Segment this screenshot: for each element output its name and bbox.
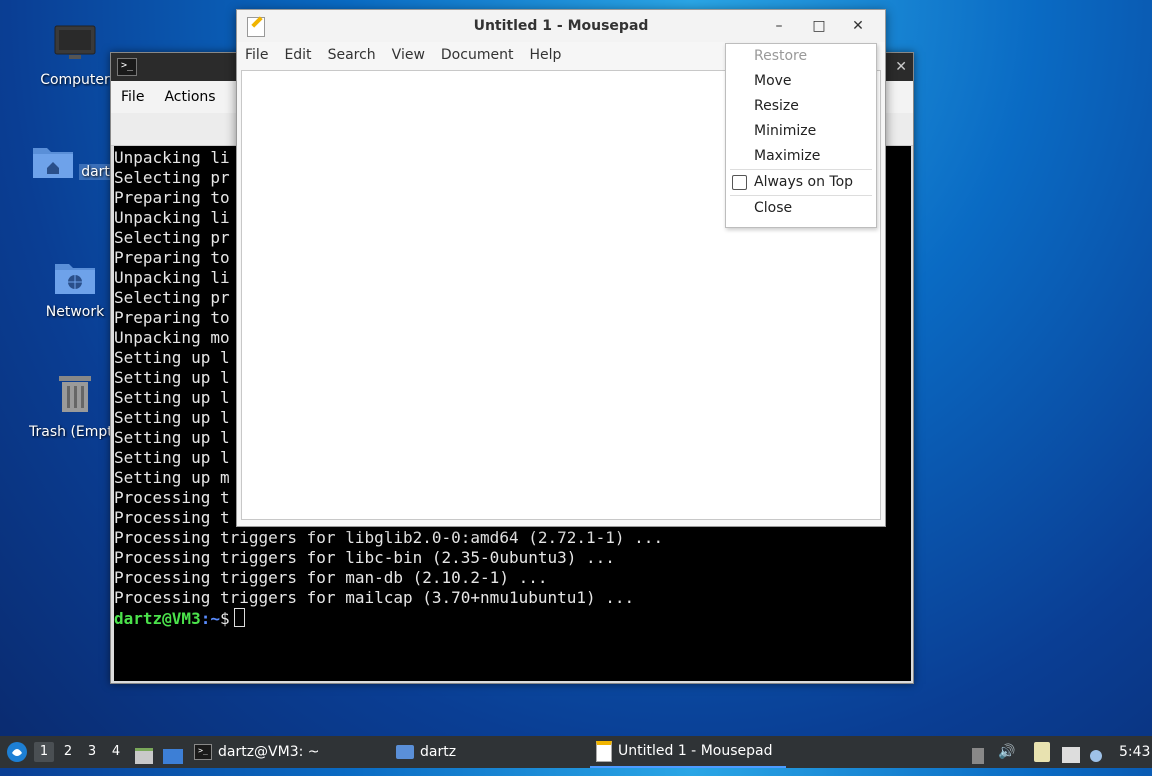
task-files[interactable]: dartz bbox=[396, 736, 576, 768]
menu-search[interactable]: Search bbox=[320, 47, 384, 63]
menu-item-always-on-top[interactable]: Always on Top bbox=[726, 170, 876, 195]
menu-view[interactable]: View bbox=[384, 47, 433, 63]
workspace-4[interactable]: 4 bbox=[106, 742, 126, 762]
terminal-prompt: dartz@VM3:~$ bbox=[114, 608, 911, 628]
maximize-button[interactable]: □ bbox=[809, 16, 829, 36]
menu-edit[interactable]: Edit bbox=[276, 47, 319, 63]
terminal-cursor bbox=[233, 608, 245, 627]
task-terminal[interactable]: >_ dartz@VM3: ~ bbox=[194, 736, 374, 768]
menu-item-close[interactable]: Close bbox=[726, 196, 876, 221]
checkbox-icon[interactable] bbox=[732, 175, 747, 190]
terminal-line: Processing triggers for libglib2.0-0:amd… bbox=[114, 528, 664, 547]
clock[interactable]: 5:43 bbox=[1119, 736, 1150, 768]
menu-item-resize[interactable]: Resize bbox=[726, 94, 876, 119]
task-label: dartz bbox=[420, 744, 457, 760]
workspace-2[interactable]: 2 bbox=[58, 742, 78, 762]
terminal-icon: >_ bbox=[194, 744, 212, 760]
menu-help[interactable]: Help bbox=[521, 47, 569, 63]
terminal-line: Processing triggers for man-db (2.10.2-1… bbox=[114, 568, 548, 587]
terminal-line: Processing triggers for mailcap (3.70+nm… bbox=[114, 588, 635, 607]
volume-icon[interactable]: 🔊 bbox=[998, 736, 1015, 768]
monitor-icon bbox=[54, 25, 96, 59]
clipboard-icon[interactable] bbox=[1034, 742, 1050, 762]
menu-item-restore: Restore bbox=[754, 48, 808, 64]
folder-icon bbox=[396, 745, 414, 759]
desktop-icon-label: Trash (Empty) bbox=[29, 424, 113, 440]
menu-item-maximize[interactable]: Maximize bbox=[726, 144, 876, 169]
prompt-symbol: $ bbox=[219, 609, 230, 628]
text-editor-icon bbox=[596, 740, 612, 762]
taskbar: 1 2 3 4 >_ dartz@VM3: ~ dartz Untitled 1… bbox=[0, 736, 1152, 768]
workspace-3[interactable]: 3 bbox=[82, 742, 102, 762]
terminal-line: Processing triggers for libc-bin (2.35-0… bbox=[114, 548, 615, 567]
desktop-icon-trash[interactable]: Trash (Empty) bbox=[27, 372, 123, 440]
close-button[interactable]: ✕ bbox=[848, 16, 868, 36]
menu-item-minimize[interactable]: Minimize bbox=[726, 119, 876, 144]
prompt-user: dartz@VM3 bbox=[114, 609, 201, 628]
desktop-icon-network[interactable]: Network bbox=[27, 258, 123, 320]
mousepad-titlebar[interactable]: Untitled 1 - Mousepad – □ ✕ bbox=[237, 10, 885, 42]
task-mousepad[interactable]: Untitled 1 - Mousepad bbox=[590, 736, 786, 768]
desktop-icon-label: Computer bbox=[40, 72, 110, 88]
task-label: Untitled 1 - Mousepad bbox=[618, 743, 773, 759]
desktop-icon-label: Network bbox=[45, 304, 105, 320]
menu-file[interactable]: File bbox=[237, 47, 276, 63]
menu-document[interactable]: Document bbox=[433, 47, 522, 63]
app-menu-button[interactable] bbox=[6, 741, 28, 763]
menu-item-label: Always on Top bbox=[754, 174, 854, 190]
show-desktop-icon[interactable] bbox=[163, 744, 183, 764]
notification-icon[interactable] bbox=[1090, 742, 1102, 762]
menu-item-move[interactable]: Move bbox=[726, 69, 876, 94]
workspace-1[interactable]: 1 bbox=[34, 742, 54, 762]
desktop-icon-home-folder[interactable]: dartz bbox=[27, 142, 123, 184]
network-folder-icon bbox=[55, 264, 95, 294]
minimize-button[interactable]: – bbox=[769, 16, 789, 36]
trash-icon bbox=[59, 376, 91, 412]
terminal-app-icon: >_ bbox=[117, 58, 137, 76]
prompt-path: :~ bbox=[200, 609, 220, 628]
network-status-icon[interactable] bbox=[1062, 743, 1080, 763]
task-label: dartz@VM3: ~ bbox=[218, 744, 320, 760]
scroll-indicator-icon[interactable] bbox=[972, 744, 984, 764]
window-context-menu: Restore Move Resize Minimize Maximize Al… bbox=[725, 43, 877, 228]
terminal-menu-actions[interactable]: Actions bbox=[154, 89, 225, 105]
terminal-menu-file[interactable]: File bbox=[111, 89, 154, 105]
home-folder-icon bbox=[32, 148, 73, 178]
close-icon[interactable]: ✕ bbox=[895, 59, 907, 75]
desktop-icon-computer[interactable]: Computer bbox=[27, 24, 123, 88]
file-manager-launcher-icon[interactable] bbox=[135, 744, 153, 764]
start-menu-icon bbox=[7, 742, 27, 762]
